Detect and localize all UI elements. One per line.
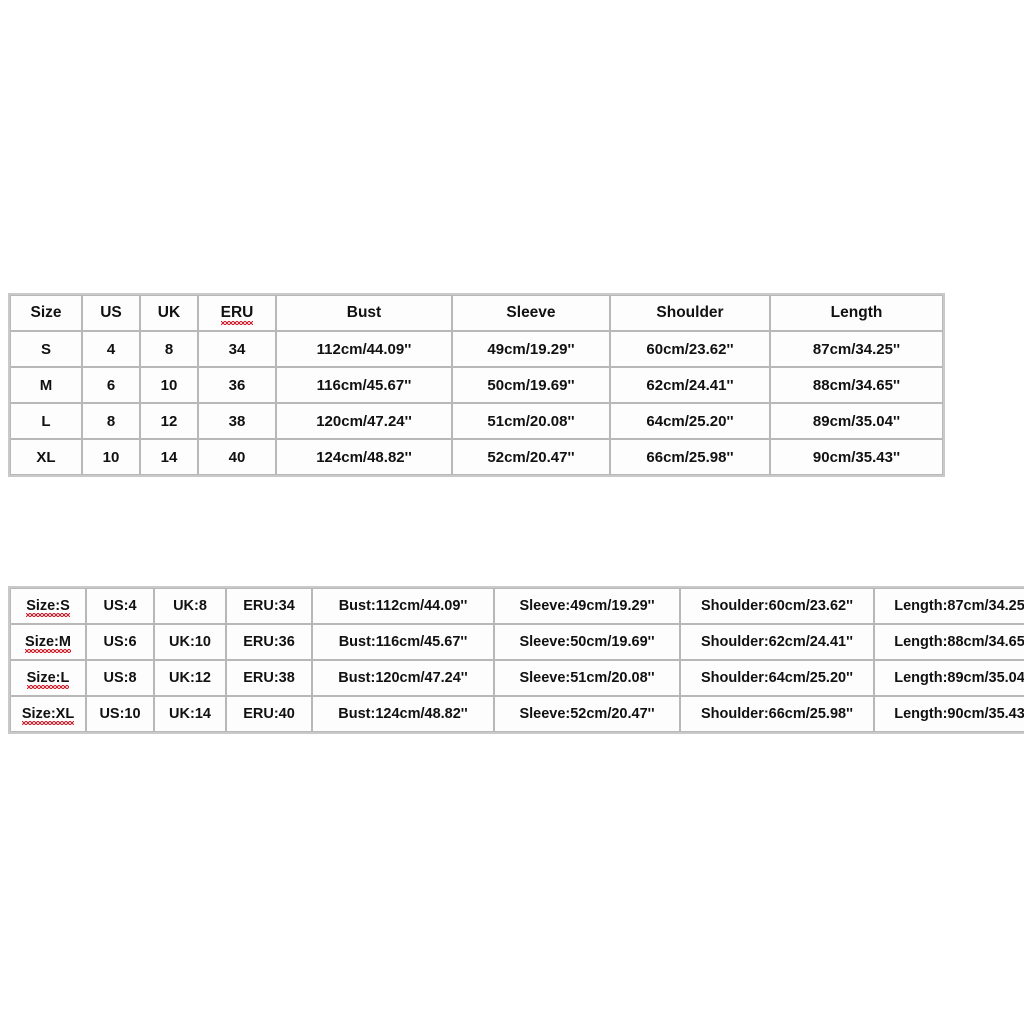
size-chart-inline-table: Size:S US:4 UK:8 ERU:34 Bust:112cm/44.09… xyxy=(8,586,1024,734)
cell-shoulder: Shoulder:66cm/25.98'' xyxy=(680,696,874,732)
cell-us: US:6 xyxy=(86,624,154,660)
cell-eru: ERU:34 xyxy=(226,588,312,624)
cell-size: Size:S xyxy=(10,588,86,624)
column-header-sleeve: Sleeve xyxy=(452,295,610,331)
size-chart-grid-table: Size US UK ERU Bust Sleeve Shoulder Leng… xyxy=(8,293,945,477)
cell-eru: ERU:36 xyxy=(226,624,312,660)
cell-size: Size:L xyxy=(10,660,86,696)
cell-length: Length:90cm/35.43'' xyxy=(874,696,1024,732)
cell-us: 8 xyxy=(82,403,140,439)
table-row: M 6 10 36 116cm/45.67'' 50cm/19.69'' 62c… xyxy=(10,367,943,403)
cell-sleeve: 49cm/19.29'' xyxy=(452,331,610,367)
cell-eru: 36 xyxy=(198,367,276,403)
cell-length: Length:89cm/35.04'' xyxy=(874,660,1024,696)
table-row: Size:XL US:10 UK:14 ERU:40 Bust:124cm/48… xyxy=(10,696,1024,732)
cell-sleeve: 52cm/20.47'' xyxy=(452,439,610,475)
cell-sleeve: 51cm/20.08'' xyxy=(452,403,610,439)
cell-uk: UK:14 xyxy=(154,696,226,732)
cell-uk: UK:8 xyxy=(154,588,226,624)
cell-size: M xyxy=(10,367,82,403)
cell-us: US:8 xyxy=(86,660,154,696)
cell-uk: 8 xyxy=(140,331,198,367)
spellcheck-underline: Size:M xyxy=(25,633,71,653)
table-header-row: Size US UK ERU Bust Sleeve Shoulder Leng… xyxy=(10,295,943,331)
cell-length: 88cm/34.65'' xyxy=(770,367,943,403)
cell-us: US:10 xyxy=(86,696,154,732)
cell-bust: Bust:124cm/48.82'' xyxy=(312,696,494,732)
cell-eru: ERU:40 xyxy=(226,696,312,732)
cell-bust: 120cm/47.24'' xyxy=(276,403,452,439)
table-row: L 8 12 38 120cm/47.24'' 51cm/20.08'' 64c… xyxy=(10,403,943,439)
cell-us: 4 xyxy=(82,331,140,367)
cell-length: Length:87cm/34.25'' xyxy=(874,588,1024,624)
spellcheck-underline: Size:S xyxy=(26,597,70,617)
cell-us: 10 xyxy=(82,439,140,475)
cell-sleeve: Sleeve:49cm/19.29'' xyxy=(494,588,680,624)
column-header-length: Length xyxy=(770,295,943,331)
cell-shoulder: Shoulder:62cm/24.41'' xyxy=(680,624,874,660)
cell-bust: Bust:120cm/47.24'' xyxy=(312,660,494,696)
column-header-shoulder: Shoulder xyxy=(610,295,770,331)
cell-length: 87cm/34.25'' xyxy=(770,331,943,367)
cell-size: L xyxy=(10,403,82,439)
cell-bust: 116cm/45.67'' xyxy=(276,367,452,403)
cell-size: XL xyxy=(10,439,82,475)
cell-uk: 10 xyxy=(140,367,198,403)
cell-uk: UK:12 xyxy=(154,660,226,696)
cell-sleeve: Sleeve:51cm/20.08'' xyxy=(494,660,680,696)
cell-sleeve: 50cm/19.69'' xyxy=(452,367,610,403)
column-header-bust: Bust xyxy=(276,295,452,331)
cell-eru: ERU:38 xyxy=(226,660,312,696)
cell-shoulder: Shoulder:60cm/23.62'' xyxy=(680,588,874,624)
cell-shoulder: 62cm/24.41'' xyxy=(610,367,770,403)
table-row: Size:L US:8 UK:12 ERU:38 Bust:120cm/47.2… xyxy=(10,660,1024,696)
cell-length: 89cm/35.04'' xyxy=(770,403,943,439)
cell-bust: 124cm/48.82'' xyxy=(276,439,452,475)
column-header-us: US xyxy=(82,295,140,331)
cell-length: 90cm/35.43'' xyxy=(770,439,943,475)
table-row: Size:M US:6 UK:10 ERU:36 Bust:116cm/45.6… xyxy=(10,624,1024,660)
column-header-size: Size xyxy=(10,295,82,331)
cell-uk: 14 xyxy=(140,439,198,475)
table-row: S 4 8 34 112cm/44.09'' 49cm/19.29'' 60cm… xyxy=(10,331,943,367)
cell-uk: UK:10 xyxy=(154,624,226,660)
spellcheck-underline: Size:XL xyxy=(21,705,75,725)
cell-us: 6 xyxy=(82,367,140,403)
cell-eru: 34 xyxy=(198,331,276,367)
cell-size: Size:XL xyxy=(10,696,86,732)
column-header-uk: UK xyxy=(140,295,198,331)
cell-bust: Bust:112cm/44.09'' xyxy=(312,588,494,624)
cell-bust: Bust:116cm/45.67'' xyxy=(312,624,494,660)
cell-sleeve: Sleeve:50cm/19.69'' xyxy=(494,624,680,660)
cell-sleeve: Sleeve:52cm/20.47'' xyxy=(494,696,680,732)
cell-us: US:4 xyxy=(86,588,154,624)
cell-size: S xyxy=(10,331,82,367)
cell-shoulder: 64cm/25.20'' xyxy=(610,403,770,439)
cell-eru: 40 xyxy=(198,439,276,475)
cell-uk: 12 xyxy=(140,403,198,439)
cell-shoulder: 66cm/25.98'' xyxy=(610,439,770,475)
cell-length: Length:88cm/34.65'' xyxy=(874,624,1024,660)
spellcheck-underline: ERU xyxy=(220,303,254,325)
column-header-eru: ERU xyxy=(198,295,276,331)
table-row: Size:S US:4 UK:8 ERU:34 Bust:112cm/44.09… xyxy=(10,588,1024,624)
cell-shoulder: Shoulder:64cm/25.20'' xyxy=(680,660,874,696)
spellcheck-underline: Size:L xyxy=(26,669,70,689)
cell-size: Size:M xyxy=(10,624,86,660)
cell-shoulder: 60cm/23.62'' xyxy=(610,331,770,367)
table-row: XL 10 14 40 124cm/48.82'' 52cm/20.47'' 6… xyxy=(10,439,943,475)
cell-bust: 112cm/44.09'' xyxy=(276,331,452,367)
cell-eru: 38 xyxy=(198,403,276,439)
